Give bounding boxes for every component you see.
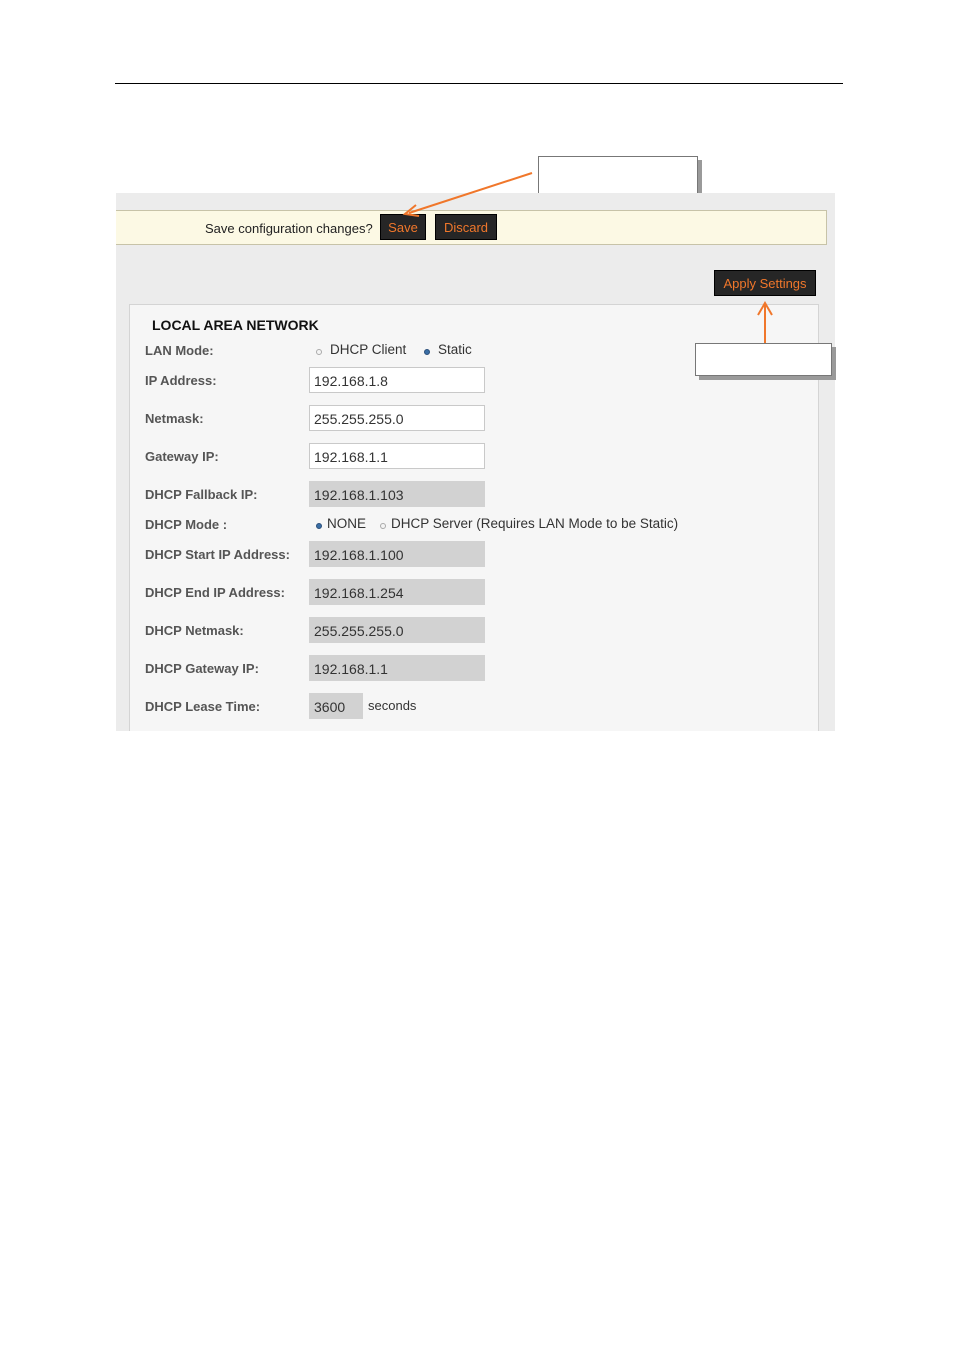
radio-dhcp-client[interactable] (316, 349, 322, 355)
callout-box-apply (695, 343, 832, 376)
radio-dhcp-server-label: DHCP Server (Requires LAN Mode to be Sta… (391, 516, 679, 531)
callout-box-save (538, 156, 698, 198)
apply-settings-button[interactable]: Apply Settings (714, 270, 816, 296)
netmask-label: Netmask: (145, 411, 204, 426)
radio-dhcp-server[interactable] (380, 523, 386, 529)
save-button[interactable]: Save (380, 214, 426, 240)
dhcp-lease-time-field: 3600 (309, 693, 363, 719)
ip-address-label: IP Address: (145, 373, 217, 388)
dhcp-gateway-ip-field: 192.168.1.1 (309, 655, 485, 681)
dhcp-end-ip-field: 192.168.1.254 (309, 579, 485, 605)
dhcp-fallback-ip-label: DHCP Fallback IP: (145, 487, 258, 502)
dhcp-start-ip-field: 192.168.1.100 (309, 541, 485, 567)
radio-dhcp-none[interactable] (316, 523, 322, 529)
dhcp-end-ip-label: DHCP End IP Address: (145, 585, 285, 600)
radio-static[interactable] (424, 349, 430, 355)
dhcp-start-ip-label: DHCP Start IP Address: (145, 547, 290, 562)
lease-time-unit: seconds (368, 698, 417, 713)
gateway-ip-field[interactable]: 192.168.1.1 (309, 443, 485, 469)
dhcp-netmask-field: 255.255.255.0 (309, 617, 485, 643)
ip-address-field[interactable]: 192.168.1.8 (309, 367, 485, 393)
header-rule (115, 83, 843, 84)
gateway-ip-label: Gateway IP: (145, 449, 219, 464)
section-title: LOCAL AREA NETWORK (152, 317, 319, 333)
netmask-field[interactable]: 255.255.255.0 (309, 405, 485, 431)
save-changes-bar: Save configuration changes? Save Discard (116, 210, 827, 245)
discard-button[interactable]: Discard (435, 214, 497, 240)
save-prompt: Save configuration changes? (205, 221, 373, 236)
radio-dhcp-client-label: DHCP Client (330, 342, 407, 357)
lan-mode-label: LAN Mode: (145, 343, 214, 358)
dhcp-gateway-ip-label: DHCP Gateway IP: (145, 661, 259, 676)
dhcp-fallback-ip-field: 192.168.1.103 (309, 481, 485, 507)
radio-dhcp-none-label: NONE (327, 516, 367, 531)
dhcp-mode-label: DHCP Mode : (145, 517, 228, 532)
radio-static-label: Static (438, 342, 472, 357)
router-config-screenshot: Save configuration changes? Save Discard… (116, 193, 835, 731)
dhcp-netmask-label: DHCP Netmask: (145, 623, 244, 638)
dhcp-lease-time-label: DHCP Lease Time: (145, 699, 261, 714)
